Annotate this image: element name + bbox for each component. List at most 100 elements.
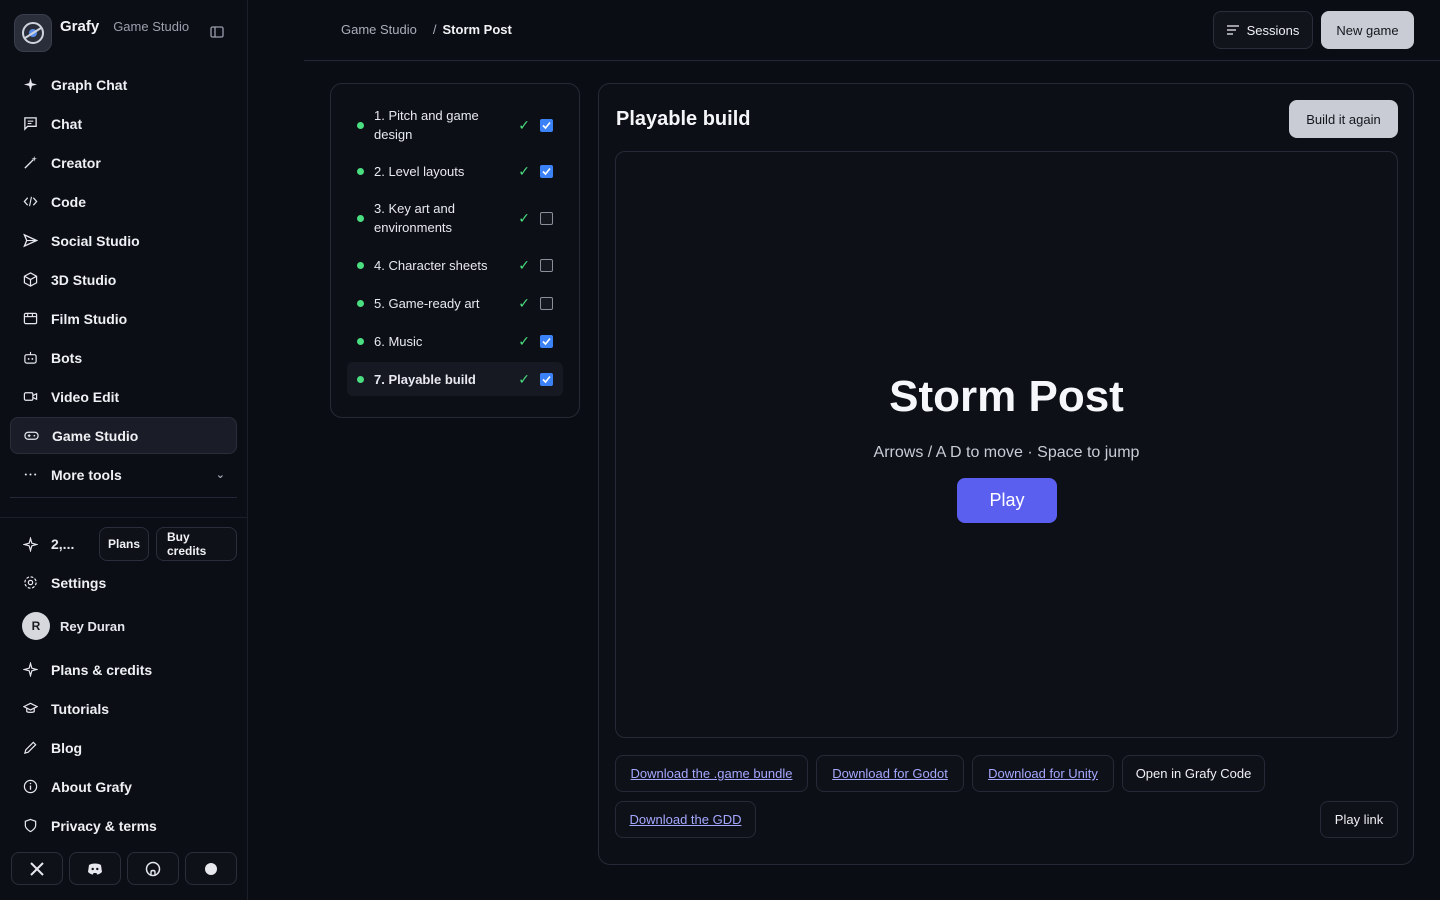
plans-button[interactable]: Plans xyxy=(99,527,149,561)
download-unity-link[interactable]: Download for Unity xyxy=(972,755,1114,792)
sidebar-item-label: Video Edit xyxy=(51,388,120,405)
download-godot-link[interactable]: Download for Godot xyxy=(816,755,964,792)
step-item[interactable]: 6. Music ✓ xyxy=(347,322,563,360)
breadcrumb-current: Storm Post xyxy=(442,22,512,37)
sidebar-item-3d-studio[interactable]: 3D Studio xyxy=(10,261,237,298)
bot-icon xyxy=(24,351,37,364)
user-name: Rey Duran xyxy=(60,618,126,634)
sidebar-divider xyxy=(10,497,237,498)
sidebar-item-label: Privacy & terms xyxy=(51,817,157,834)
sidebar-item-settings[interactable]: Settings xyxy=(10,564,237,601)
step-checkbox[interactable] xyxy=(540,164,553,178)
step-checkbox[interactable] xyxy=(540,334,553,348)
social-links xyxy=(11,852,237,885)
sidebar-item-label: Code xyxy=(51,193,86,210)
shield-icon xyxy=(24,818,37,833)
gamepad-icon xyxy=(24,431,39,440)
game-title: Storm Post xyxy=(889,372,1124,421)
sidebar-item-blog[interactable]: Blog xyxy=(10,729,237,766)
graduation-cap-icon xyxy=(23,702,38,713)
sidebar-item-label: Plans & credits xyxy=(51,661,153,678)
sidebar-item-label: Graph Chat xyxy=(51,76,128,93)
sidebar-item-label: More tools xyxy=(51,466,122,483)
info-icon xyxy=(23,779,38,794)
sparkle-icon xyxy=(23,662,38,677)
sparkle-icon xyxy=(23,77,38,92)
sidebar-item-label: Tutorials xyxy=(51,700,110,717)
step-item[interactable]: 3. Key art and environments ✓ xyxy=(347,193,563,243)
sidebar: Grafy Game Studio Graph Chat Chat Creato… xyxy=(0,0,248,900)
step-checkbox[interactable] xyxy=(540,258,553,272)
sidebar-item-code[interactable]: Code xyxy=(10,183,237,220)
sparkle-outline-icon xyxy=(23,536,38,552)
sidebar-item-label: 3D Studio xyxy=(51,271,117,288)
sidebar-item-more-tools[interactable]: More tools ⌄ xyxy=(10,456,237,493)
sidebar-item-video-edit[interactable]: Video Edit xyxy=(10,378,237,415)
code-icon xyxy=(23,196,38,207)
brand[interactable]: Grafy Game Studio xyxy=(14,14,189,52)
playable-build-panel: Playable build Build it again Storm Post… xyxy=(598,83,1414,865)
game-preview[interactable]: Storm Post Arrows / A D to move · Space … xyxy=(615,151,1398,738)
step-label: 4. Character sheets xyxy=(374,257,488,273)
sidebar-item-graph-chat[interactable]: Graph Chat xyxy=(10,66,237,103)
step-label: 2. Level layouts xyxy=(374,163,465,179)
sidebar-item-tutorials[interactable]: Tutorials xyxy=(10,690,237,727)
more-icon xyxy=(24,473,37,476)
sidebar-item-privacy[interactable]: Privacy & terms xyxy=(10,807,237,844)
new-game-button[interactable]: New game xyxy=(1321,11,1414,49)
step-checkbox[interactable] xyxy=(540,211,553,225)
video-icon xyxy=(23,392,38,401)
build-again-button[interactable]: Build it again xyxy=(1289,100,1398,138)
sessions-button[interactable]: Sessions xyxy=(1213,11,1313,49)
download-gdd-link[interactable]: Download the GDD xyxy=(615,801,756,838)
sidebar-item-creator[interactable]: Creator xyxy=(10,144,237,181)
sidebar-item-label: Blog xyxy=(51,739,83,756)
play-button[interactable]: Play xyxy=(957,478,1057,523)
sidebar-item-label: Film Studio xyxy=(51,310,128,327)
breadcrumb-separator: / xyxy=(432,22,437,37)
sidebar-item-game-studio[interactable]: Game Studio xyxy=(10,417,237,454)
step-checkbox[interactable] xyxy=(540,118,553,132)
discord-icon[interactable] xyxy=(69,852,121,885)
status-dot xyxy=(357,214,364,222)
checkmark-icon: ✓ xyxy=(518,332,530,349)
step-item-active[interactable]: 7. Playable build ✓ xyxy=(347,362,563,396)
step-item[interactable]: 4. Character sheets ✓ xyxy=(347,246,563,284)
sidebar-item-social-studio[interactable]: Social Studio xyxy=(10,222,237,259)
play-link-button[interactable]: Play link xyxy=(1320,801,1398,838)
sidebar-item-label: About Grafy xyxy=(51,778,132,795)
status-dot xyxy=(357,299,364,307)
checkmark-icon: ✓ xyxy=(518,116,530,133)
circle-icon[interactable] xyxy=(185,852,237,885)
sidebar-item-film-studio[interactable]: Film Studio xyxy=(10,300,237,337)
checkmark-icon: ✓ xyxy=(518,370,530,387)
github-icon[interactable] xyxy=(127,852,179,885)
brand-name: Grafy xyxy=(60,17,100,35)
cube-icon xyxy=(23,272,38,287)
open-in-grafy-code-button[interactable]: Open in Grafy Code xyxy=(1122,755,1265,792)
checkmark-icon: ✓ xyxy=(518,256,530,273)
checkmark-icon: ✓ xyxy=(518,162,530,179)
step-checkbox[interactable] xyxy=(540,296,553,310)
step-checkbox[interactable] xyxy=(540,372,553,386)
chat-icon xyxy=(24,117,37,131)
sidebar-item-bots[interactable]: Bots xyxy=(10,339,237,376)
download-game-bundle-link[interactable]: Download the .game bundle xyxy=(615,755,808,792)
step-item[interactable]: 5. Game-ready art ✓ xyxy=(347,284,563,322)
sidebar-toggle-icon[interactable] xyxy=(210,25,226,41)
step-label: 5. Game-ready art xyxy=(374,295,480,311)
chevron-down-icon: ⌄ xyxy=(215,469,225,481)
wand-icon xyxy=(24,155,38,169)
x-icon[interactable] xyxy=(11,852,63,885)
buy-credits-button[interactable]: Buy credits xyxy=(156,527,237,561)
step-item[interactable]: 1. Pitch and game design ✓ xyxy=(347,100,563,150)
sidebar-item-about[interactable]: About Grafy xyxy=(10,768,237,805)
status-dot xyxy=(357,121,364,129)
send-icon xyxy=(23,233,38,248)
gear-icon xyxy=(24,576,37,589)
sidebar-item-chat[interactable]: Chat xyxy=(10,105,237,142)
step-item[interactable]: 2. Level layouts ✓ xyxy=(347,152,563,190)
user-profile[interactable]: R Rey Duran xyxy=(10,603,237,649)
breadcrumb-root[interactable]: Game Studio xyxy=(341,22,417,37)
sidebar-item-plans-credits[interactable]: Plans & credits xyxy=(10,651,237,688)
